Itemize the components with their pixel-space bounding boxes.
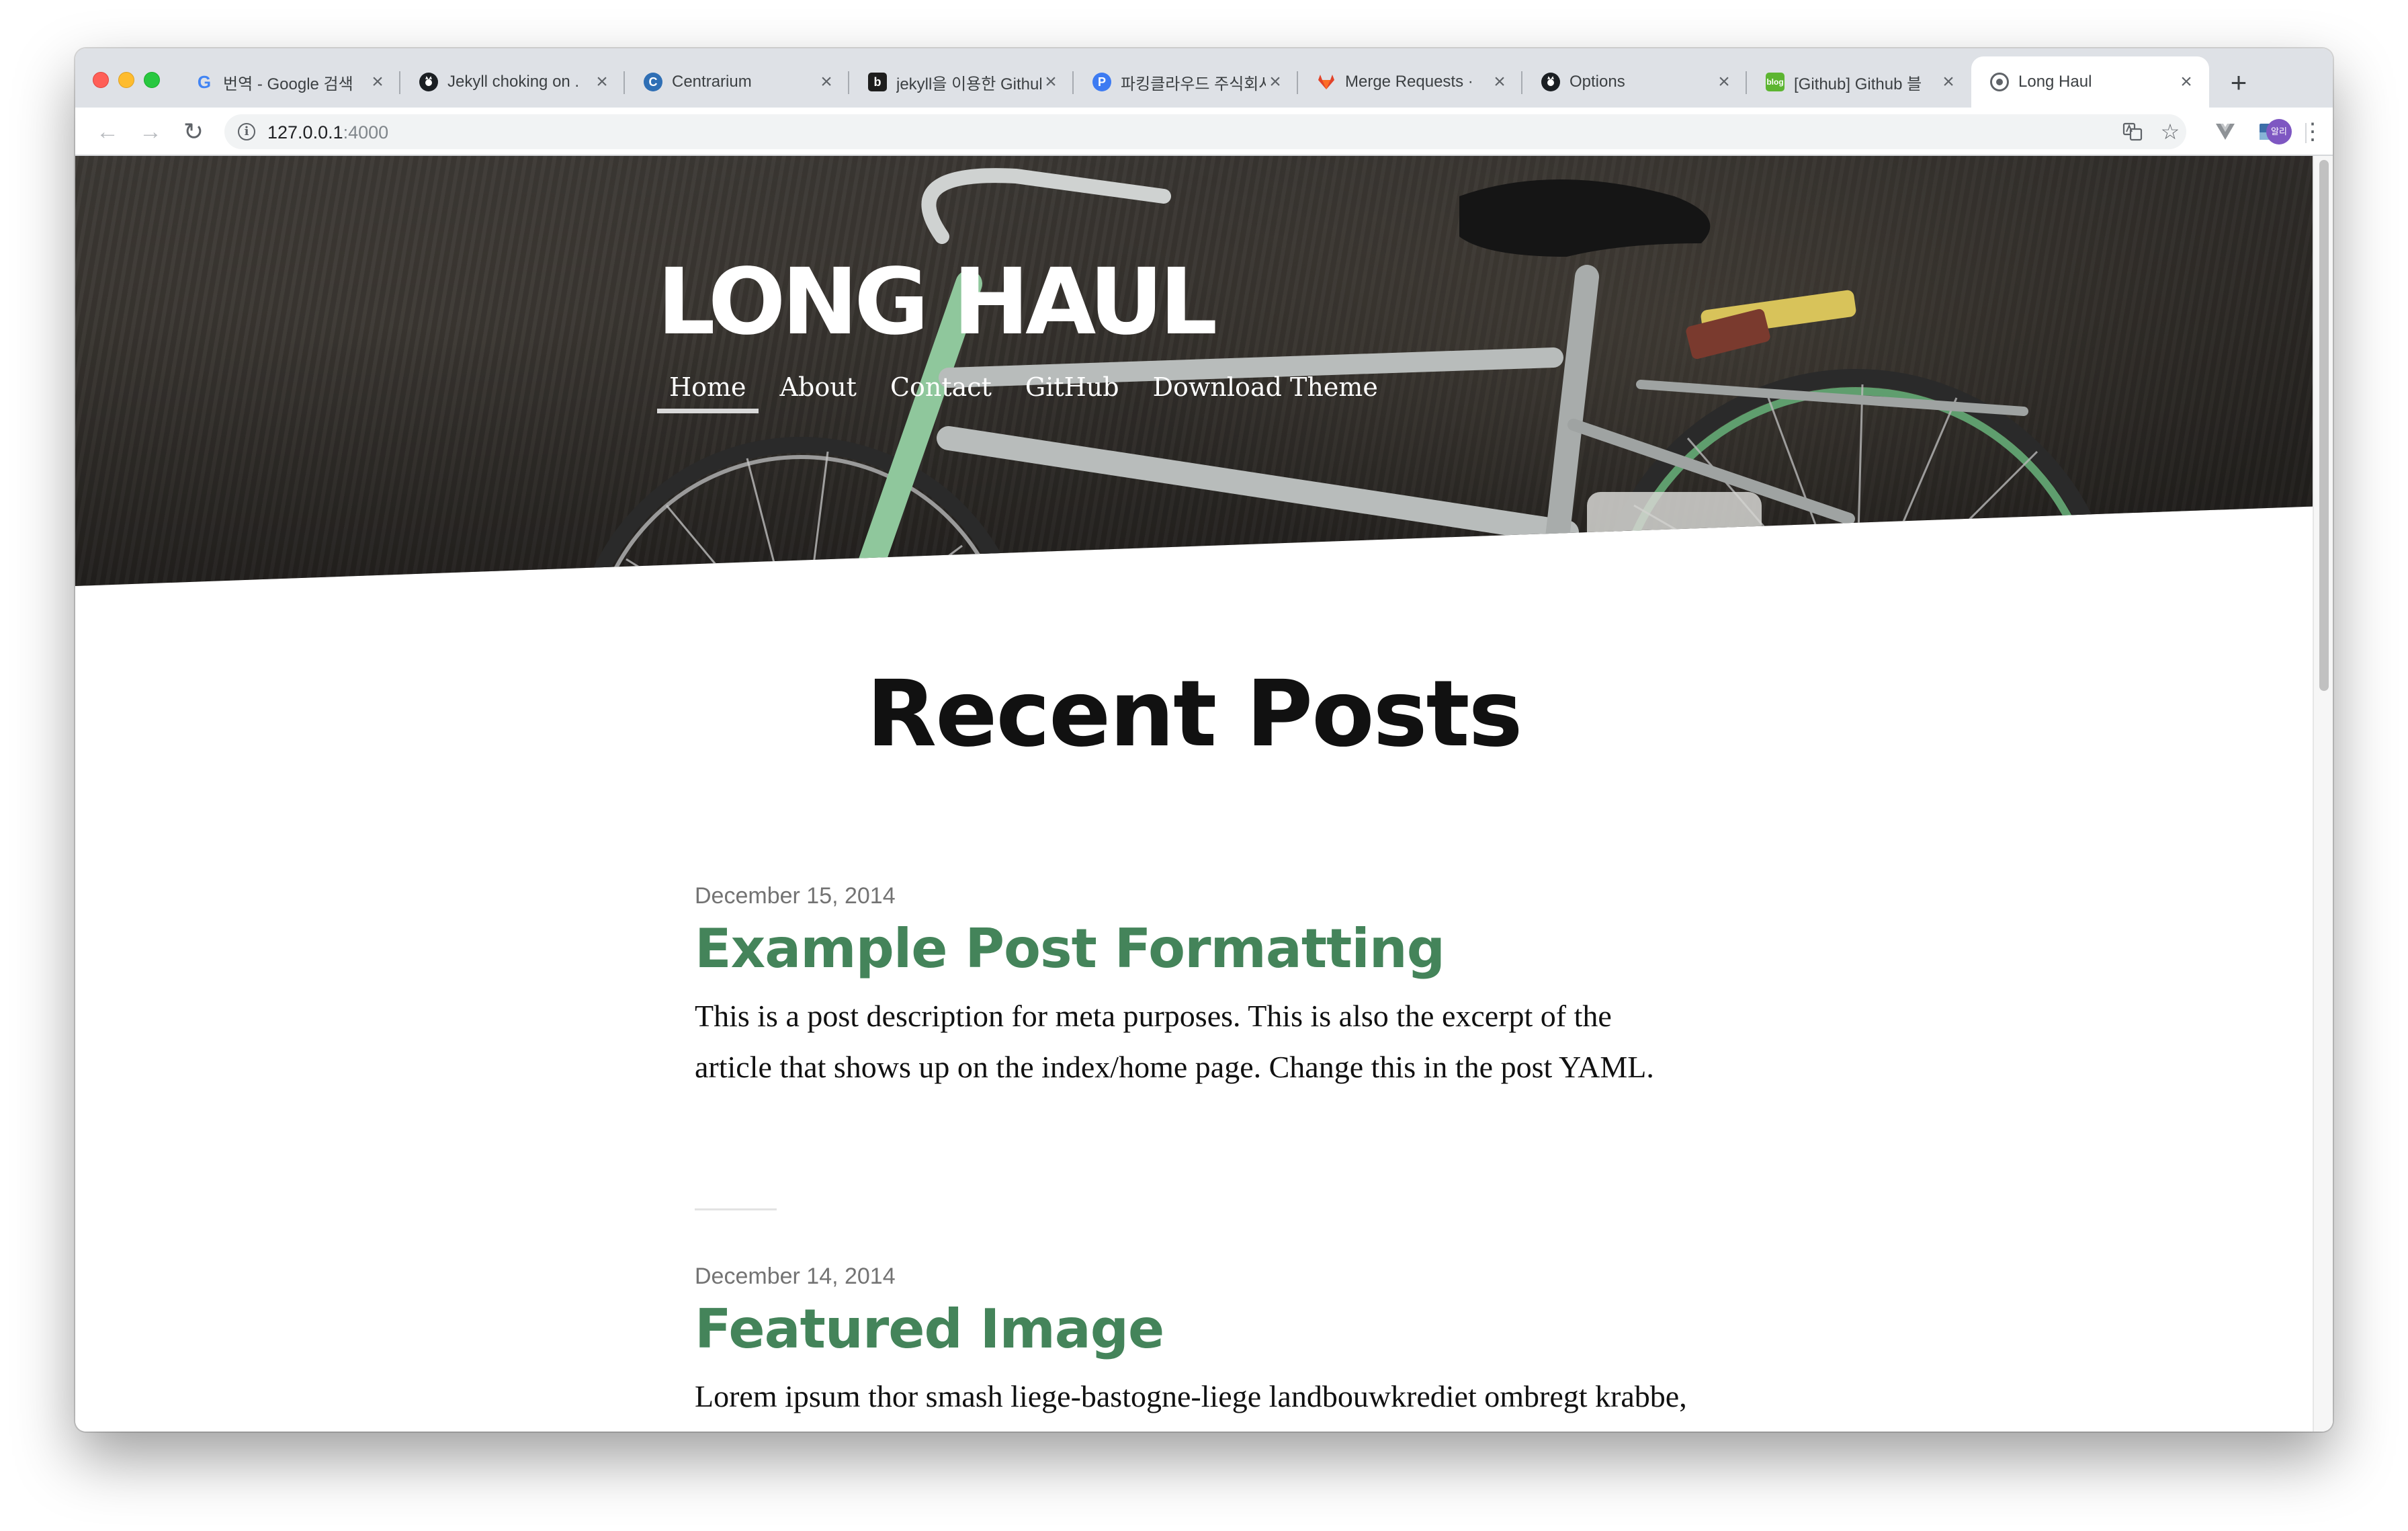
zoom-window-button[interactable] [144,72,160,88]
tab-title: Long Haul [2018,73,2092,91]
tab-title: Merge Requests · [1345,73,1473,91]
translate-icon[interactable] [2119,118,2146,145]
post-item: December 15, 2014 Example Post Formattin… [695,883,1743,1093]
blog-green-icon: blog [1766,73,1784,91]
github-icon [419,73,438,91]
tab[interactable]: b jekyll을 이용한 Github × [849,56,1074,108]
post-excerpt: Lorem ipsum thor smash liege-bastogne-li… [695,1379,1687,1432]
nav-link-home[interactable]: Home [657,372,759,413]
address-bar[interactable]: i 127.0.0.1:4000 ☆ [224,114,2186,149]
blog-icon: b [868,73,887,91]
close-tab-icon[interactable]: × [1266,72,1285,92]
close-tab-icon[interactable]: × [1939,72,1958,92]
close-tab-icon[interactable]: × [1490,72,1509,92]
site-nav: Home About Contact GitHub Download Theme [657,372,1400,413]
tab[interactable]: Options × [1522,56,1747,108]
tab-title: [Github] Github 블 [1794,75,1922,93]
tab[interactable]: G 번역 - Google 검색 × [176,56,400,108]
tab-title: 파킹클라우드 주식회사 [1121,75,1266,93]
site-info-icon[interactable]: i [238,123,255,140]
close-tab-icon[interactable]: × [368,72,387,92]
close-tab-icon[interactable]: × [2177,72,2196,92]
page-viewport: LONG HAUL Home About Contact GitHub Down… [75,156,2333,1432]
close-tab-icon[interactable]: × [1715,72,1733,92]
tab-title: Jekyll choking on . [447,73,580,91]
globe-icon [1990,73,2009,91]
tab[interactable]: Merge Requests · × [1298,56,1522,108]
post-date: December 15, 2014 [695,883,896,909]
gitlab-icon [1317,73,1336,91]
bicycle-photo [75,156,2313,586]
hero-banner: LONG HAUL Home About Contact GitHub Down… [75,156,2313,586]
post-title-link[interactable]: Featured Image [695,1298,1743,1360]
vue-devtools-icon[interactable] [2210,117,2240,147]
tab[interactable]: blog [Github] Github 블 × [1747,56,1971,108]
back-button[interactable]: ← [93,117,122,147]
nav-link-github[interactable]: GitHub [1013,372,1131,413]
centrarium-icon: C [644,73,662,91]
browser-toolbar: ← → ↻ i 127.0.0.1:4000 ☆ [75,108,2333,156]
scrollbar-thumb[interactable] [2319,160,2329,691]
bookmark-star-icon[interactable]: ☆ [2157,118,2184,145]
close-window-button[interactable] [93,72,109,88]
reload-button[interactable]: ↻ [179,117,208,147]
close-tab-icon[interactable]: × [1041,72,1060,92]
parkingcloud-icon: P [1092,73,1111,91]
post-title-link[interactable]: Example Post Formatting [695,917,1743,980]
site-title[interactable]: LONG HAUL [657,257,1217,348]
new-tab-button[interactable]: + [2225,69,2252,97]
avatar: 알리 [2266,119,2292,144]
post-excerpt: This is a post description for meta purp… [695,999,1654,1084]
post-date: December 14, 2014 [695,1264,896,1289]
page-scrollbar[interactable] [2313,156,2333,1432]
tab[interactable]: Jekyll choking on . × [400,56,625,108]
page-heading: Recent Posts [866,661,1522,768]
post-item: December 14, 2014 Featured Image Lorem i… [695,1264,1743,1432]
tab[interactable]: C Centrarium × [625,56,849,108]
nav-link-contact[interactable]: Contact [878,372,1004,413]
tab[interactable]: P 파킹클라우드 주식회사 × [1074,56,1298,108]
url-text[interactable]: 127.0.0.1:4000 [267,122,388,143]
tab-title: Options [1570,73,1625,91]
google-icon: G [197,71,212,92]
nav-link-about[interactable]: About [768,372,869,413]
minimize-window-button[interactable] [118,72,134,88]
tab-title: 번역 - Google 검색 [223,75,353,93]
browser-window: G 번역 - Google 검색 × Jekyll choking on . ×… [75,48,2333,1432]
nav-link-download-theme[interactable]: Download Theme [1141,372,1390,413]
post-divider [695,1208,777,1210]
tab-title: Centrarium [672,73,752,91]
profile-avatar-button[interactable]: 알리 [2264,117,2294,147]
close-tab-icon[interactable]: × [593,72,611,92]
github-icon [1541,73,1560,91]
close-tab-icon[interactable]: × [817,72,836,92]
tab-active[interactable]: Long Haul × [1971,56,2209,108]
tab-strip: G 번역 - Google 검색 × Jekyll choking on . ×… [75,48,2333,108]
tab-title: jekyll을 이용한 Github [896,75,1041,93]
forward-button[interactable]: → [136,117,165,147]
browser-menu-icon[interactable]: ⋮ [2299,117,2326,147]
